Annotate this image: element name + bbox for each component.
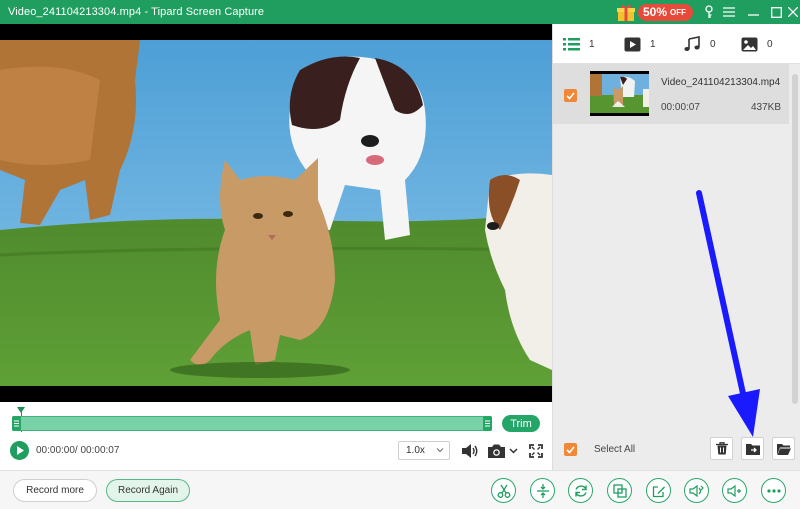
- speaker-rotate-icon: [689, 484, 704, 497]
- trim-track[interactable]: [12, 416, 492, 431]
- discount-percent: 50%: [643, 5, 668, 19]
- select-all-checkbox[interactable]: [564, 443, 577, 456]
- minimize-icon[interactable]: [741, 0, 765, 24]
- refresh-icon: [574, 484, 587, 497]
- tab-video[interactable]: 1: [624, 34, 656, 54]
- promo-badge[interactable]: 50% OFF: [616, 2, 694, 22]
- file-size: 437KB: [750, 102, 781, 113]
- time-display: 00:00:00/ 00:00:07: [36, 445, 120, 456]
- discount-pill[interactable]: 50% OFF: [638, 3, 694, 21]
- open-folder-button[interactable]: [772, 437, 795, 460]
- edit-icon: [652, 485, 665, 497]
- audio-tool-button[interactable]: [684, 478, 709, 503]
- music-icon: [684, 36, 700, 51]
- cut-tool-button[interactable]: [491, 478, 516, 503]
- playback-controls: Trim 00:00:00/ 00:00:07 1.0x: [0, 402, 552, 470]
- tab-video-count: 1: [650, 38, 656, 50]
- play-icon: [16, 446, 24, 455]
- trim-end-handle[interactable]: [483, 416, 492, 431]
- speed-value: 1.0x: [406, 445, 425, 456]
- list-icon: [563, 37, 580, 50]
- select-all-label: Select All: [594, 444, 636, 455]
- merge-tool-button[interactable]: [607, 478, 632, 503]
- trim-start-handle[interactable]: [12, 416, 21, 431]
- video-thumbnail: [590, 71, 649, 116]
- item-checkbox[interactable]: [564, 89, 577, 102]
- trim-button[interactable]: Trim: [502, 415, 540, 432]
- camera-icon[interactable]: [486, 441, 520, 461]
- speed-select[interactable]: 1.0x: [398, 441, 450, 460]
- edit-metadata-button[interactable]: [646, 478, 671, 503]
- check-icon: [566, 445, 575, 454]
- tab-all[interactable]: 1: [563, 34, 595, 54]
- maximize-icon[interactable]: [764, 0, 788, 24]
- window-title: Video_241104213304.mp4 - Tipard Screen C…: [8, 6, 265, 18]
- media-tabs: 1 1 0 0: [553, 24, 800, 64]
- folder-export-icon: [745, 443, 760, 455]
- merge-icon: [612, 483, 627, 498]
- file-name: Video_241104213304.mp4: [661, 77, 781, 88]
- compress-icon: [536, 483, 549, 498]
- tab-audio[interactable]: 0: [684, 34, 716, 54]
- volume-boost-button[interactable]: [722, 478, 747, 503]
- image-icon: [741, 37, 758, 51]
- convert-tool-button[interactable]: [568, 478, 593, 503]
- export-button[interactable]: [741, 437, 764, 460]
- scrollbar[interactable]: [792, 74, 798, 404]
- fullscreen-icon[interactable]: [526, 441, 546, 461]
- video-frame: [0, 40, 552, 386]
- tab-image-count: 0: [767, 38, 773, 50]
- title-bar: Video_241104213304.mp4 - Tipard Screen C…: [0, 0, 800, 24]
- more-icon: [766, 488, 781, 493]
- compress-tool-button[interactable]: [530, 478, 555, 503]
- volume-plus-icon: [727, 484, 741, 497]
- close-icon[interactable]: [786, 0, 800, 24]
- video-preview[interactable]: [0, 24, 552, 402]
- folder-icon: [776, 443, 791, 455]
- list-item[interactable]: Video_241104213304.mp4 00:00:07 437KB: [553, 64, 789, 124]
- volume-icon[interactable]: [460, 441, 480, 461]
- more-tools-button[interactable]: [761, 478, 786, 503]
- trash-icon: [715, 442, 728, 455]
- gift-icon: [616, 2, 636, 22]
- scissors-icon: [497, 484, 510, 498]
- bottom-toolbar: Record more Record Again: [0, 470, 800, 509]
- record-more-button[interactable]: Record more: [13, 479, 97, 502]
- play-button[interactable]: [10, 441, 29, 460]
- menu-icon[interactable]: [717, 0, 741, 24]
- tab-audio-count: 0: [710, 38, 716, 50]
- video-icon: [624, 37, 641, 51]
- delete-button[interactable]: [710, 437, 733, 460]
- select-all[interactable]: Select All: [564, 443, 635, 456]
- chevron-down-icon: [436, 446, 444, 457]
- discount-off: OFF: [670, 7, 687, 17]
- recordings-panel: 1 1 0 0 Video_241104213304.mp4 00:00:07 …: [552, 24, 800, 470]
- record-again-button[interactable]: Record Again: [106, 479, 190, 502]
- file-duration: 00:00:07: [661, 102, 700, 113]
- check-icon: [566, 91, 575, 100]
- tab-all-count: 1: [589, 38, 595, 50]
- tab-image[interactable]: 0: [741, 34, 773, 54]
